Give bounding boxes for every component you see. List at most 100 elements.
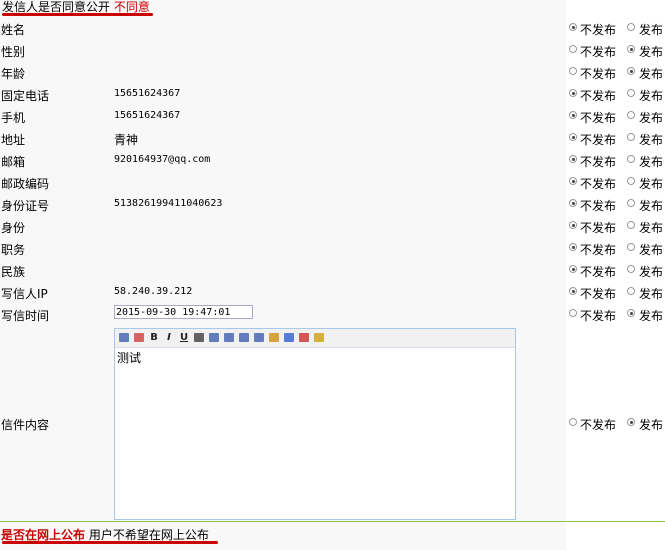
field-label: 年龄 xyxy=(1,67,26,81)
no-publish-label: 不发布 xyxy=(580,133,617,147)
field-value: 513826199411040623 xyxy=(114,198,223,209)
letter-no-publish-radio[interactable] xyxy=(569,418,577,426)
no-publish-radio[interactable] xyxy=(569,155,577,163)
no-publish-radio[interactable] xyxy=(569,265,577,273)
no-publish-label: 不发布 xyxy=(580,309,617,323)
bold-icon[interactable]: B xyxy=(148,331,160,344)
publish-label: 发布 xyxy=(639,89,664,103)
no-publish-label: 不发布 xyxy=(580,287,617,301)
field-row: 邮政编码 不发布 发布 xyxy=(0,172,665,194)
letter-content[interactable]: 测试 xyxy=(117,349,141,366)
field-value: 青神 xyxy=(114,133,139,147)
no-publish-radio[interactable] xyxy=(569,133,577,141)
field-value: 15651624367 xyxy=(114,88,181,99)
no-publish-radio[interactable] xyxy=(569,243,577,251)
field-value: 920164937@qq.com xyxy=(114,154,211,165)
field-row: 身份证号 513826199411040623 不发布 发布 xyxy=(0,194,665,216)
no-publish-radio[interactable] xyxy=(569,67,577,75)
no-publish-radio[interactable] xyxy=(569,111,577,119)
no-publish-radio[interactable] xyxy=(569,309,577,317)
image-icon[interactable] xyxy=(313,331,325,344)
publish-radio[interactable] xyxy=(627,155,635,163)
field-label: 民族 xyxy=(1,265,26,279)
publish-label: 发布 xyxy=(639,45,664,59)
font-color-icon[interactable] xyxy=(133,331,145,344)
web-publish-question: 是否在网上公布 xyxy=(1,528,86,542)
field-row: 写信时间 2015-09-30 19:47:01 不发布 发布 xyxy=(0,304,665,326)
publish-radio[interactable] xyxy=(627,177,635,185)
no-publish-radio[interactable] xyxy=(569,221,577,229)
field-value: 58.240.39.212 xyxy=(114,286,193,297)
no-publish-label: 不发布 xyxy=(580,177,617,191)
footer-divider xyxy=(0,521,665,522)
publish-label: 发布 xyxy=(639,111,664,125)
underline-icon[interactable]: U xyxy=(178,331,190,344)
align-icon[interactable] xyxy=(193,331,205,344)
letter-publish-radio[interactable] xyxy=(627,418,635,426)
field-row: 年龄 不发布 发布 xyxy=(0,62,665,84)
no-publish-label: 不发布 xyxy=(580,67,617,81)
no-publish-label: 不发布 xyxy=(580,111,617,125)
footer-underline-mark xyxy=(2,541,218,544)
no-publish-label: 不发布 xyxy=(580,89,617,103)
field-label: 姓名 xyxy=(1,23,26,37)
publish-label: 发布 xyxy=(639,23,664,37)
publish-radio[interactable] xyxy=(627,199,635,207)
link-icon[interactable] xyxy=(283,331,295,344)
text-size-icon[interactable] xyxy=(253,331,265,344)
no-publish-radio[interactable] xyxy=(569,23,577,31)
consent-answer: 不同意 xyxy=(113,0,150,14)
publish-radio[interactable] xyxy=(627,111,635,119)
no-publish-radio[interactable] xyxy=(569,45,577,53)
write-time-input[interactable]: 2015-09-30 19:47:01 xyxy=(114,305,253,319)
field-label: 固定电话 xyxy=(1,89,50,103)
publish-radio[interactable] xyxy=(627,221,635,229)
field-value: 15651624367 xyxy=(114,110,181,121)
field-label: 手机 xyxy=(1,111,26,125)
outdent-icon[interactable] xyxy=(223,331,235,344)
publish-radio[interactable] xyxy=(627,309,635,317)
no-publish-radio[interactable] xyxy=(569,199,577,207)
field-row: 手机 15651624367 不发布 发布 xyxy=(0,106,665,128)
consent-question: 发信人是否同意公开 xyxy=(2,0,111,14)
no-publish-radio[interactable] xyxy=(569,89,577,97)
no-publish-label: 不发布 xyxy=(580,23,617,37)
publish-radio[interactable] xyxy=(627,133,635,141)
field-row: 身份 不发布 发布 xyxy=(0,216,665,238)
italic-icon[interactable]: I xyxy=(163,331,175,344)
publish-label: 发布 xyxy=(639,155,664,169)
letter-no-publish-label: 不发布 xyxy=(580,418,617,432)
publish-radio[interactable] xyxy=(627,89,635,97)
publish-radio[interactable] xyxy=(627,287,635,295)
field-row: 民族 不发布 发布 xyxy=(0,260,665,282)
field-row: 地址 青神 不发布 发布 xyxy=(0,128,665,150)
publish-radio[interactable] xyxy=(627,23,635,31)
field-label: 职务 xyxy=(1,243,26,257)
unlink-icon[interactable] xyxy=(298,331,310,344)
field-label: 邮政编码 xyxy=(1,177,50,191)
publish-radio[interactable] xyxy=(627,67,635,75)
publish-label: 发布 xyxy=(639,265,664,279)
publish-label: 发布 xyxy=(639,67,664,81)
web-publish-answer: 用户不希望在网上公布 xyxy=(88,528,209,542)
field-label: 写信人IP xyxy=(1,287,48,301)
no-publish-label: 不发布 xyxy=(580,221,617,235)
field-row: 性别 不发布 发布 xyxy=(0,40,665,62)
ordered-list-icon[interactable] xyxy=(208,331,220,344)
publish-label: 发布 xyxy=(639,221,664,235)
no-publish-radio[interactable] xyxy=(569,177,577,185)
publish-radio[interactable] xyxy=(627,265,635,273)
publish-radio[interactable] xyxy=(627,45,635,53)
publish-radio[interactable] xyxy=(627,243,635,251)
background-color-icon[interactable] xyxy=(268,331,280,344)
publish-label: 发布 xyxy=(639,309,664,323)
no-publish-label: 不发布 xyxy=(580,155,617,169)
letter-publish-label: 发布 xyxy=(639,418,664,432)
indent-icon[interactable] xyxy=(238,331,250,344)
spellcheck-icon[interactable] xyxy=(118,331,130,344)
field-label: 身份 xyxy=(1,221,26,235)
no-publish-radio[interactable] xyxy=(569,287,577,295)
field-row: 职务 不发布 发布 xyxy=(0,238,665,260)
field-row: 固定电话 15651624367 不发布 发布 xyxy=(0,84,665,106)
no-publish-label: 不发布 xyxy=(580,199,617,213)
